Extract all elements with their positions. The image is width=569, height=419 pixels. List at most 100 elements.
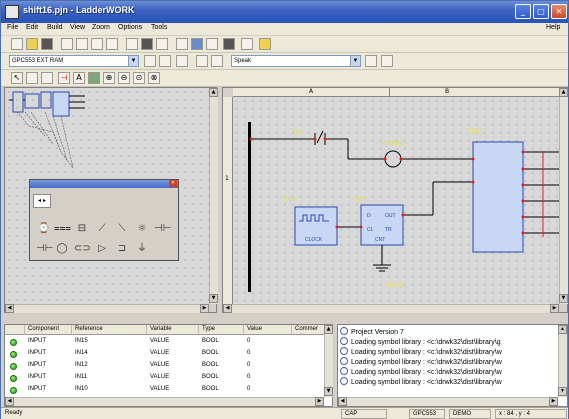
table-header-comment[interactable]: Commer xyxy=(292,325,325,335)
table-header-value[interactable]: Value xyxy=(244,325,292,335)
table-row[interactable]: INPUT IN10 VALUE BOOL 0 xyxy=(5,385,325,396)
monitor-icon[interactable] xyxy=(381,55,393,67)
output-symbol-icon[interactable]: ▷ xyxy=(94,242,110,256)
output-log[interactable]: Project Version 7 Loading symbol library… xyxy=(337,324,568,407)
speed-combo[interactable]: Speak ▼ xyxy=(231,55,361,67)
relay-symbol-icon[interactable]: ⊣⊢ xyxy=(36,242,53,256)
clock-symbol-icon[interactable]: ⌚ xyxy=(36,222,52,236)
palette-nav-arrows[interactable]: ◂ ▸ xyxy=(33,194,51,208)
wire-pin-icon[interactable]: ⊣ xyxy=(58,72,70,84)
menu-zoom[interactable]: Zoom xyxy=(92,24,110,31)
scroll-right-icon[interactable]: ▶ xyxy=(200,304,209,313)
contact-nc-icon[interactable]: ⟍ xyxy=(114,222,130,236)
table-header-type[interactable]: Type xyxy=(199,325,244,335)
stop-icon[interactable] xyxy=(211,55,223,67)
palette-title-bar[interactable] xyxy=(30,180,178,188)
ladder-diagram-pane[interactable]: A B 1 SS1 ENABLE DRC1 CLOCK CLK1 CNT1 D … xyxy=(222,87,568,313)
output-horizontal-scrollbar[interactable]: ◀ ▶ xyxy=(338,397,558,406)
output-vertical-scrollbar[interactable]: ▲ ▼ xyxy=(558,325,567,397)
minimize-button[interactable]: _ xyxy=(515,4,531,19)
table-vertical-scrollbar[interactable]: ▲ ▼ xyxy=(324,325,333,397)
ladder-vertical-scrollbar[interactable]: ▲ ▼ xyxy=(559,88,568,304)
undo-icon[interactable] xyxy=(106,38,118,50)
edit-pencil-icon[interactable] xyxy=(156,38,168,50)
menu-options[interactable]: Options xyxy=(118,24,142,31)
timer-symbol-icon[interactable]: ⩶ xyxy=(54,222,71,236)
select-box-icon[interactable] xyxy=(41,72,53,84)
fuse-symbol-icon[interactable]: ⊂⊃ xyxy=(74,242,91,256)
scroll-right-icon[interactable]: ▶ xyxy=(549,397,558,406)
scroll-left-icon[interactable]: ◀ xyxy=(338,397,347,406)
table-header-variable[interactable]: Variable xyxy=(147,325,199,335)
debug-icon[interactable] xyxy=(176,55,188,67)
table-header-status[interactable] xyxy=(5,325,25,335)
table-horizontal-scrollbar[interactable]: ◀ ▶ xyxy=(5,397,324,406)
chevron-down-icon[interactable]: ▼ xyxy=(128,56,138,66)
scroll-up-icon[interactable]: ▲ xyxy=(324,325,333,334)
menu-file[interactable]: File xyxy=(7,24,18,31)
menu-tools[interactable]: Tools xyxy=(151,24,167,31)
zoom-region-icon[interactable]: ⊗ xyxy=(148,72,160,84)
scroll-up-icon[interactable]: ▲ xyxy=(209,88,218,97)
grid-icon[interactable] xyxy=(223,38,235,50)
component-icon[interactable] xyxy=(88,72,100,84)
print-preview-icon[interactable] xyxy=(126,38,138,50)
print-icon[interactable] xyxy=(141,38,153,50)
and-gate-icon[interactable]: ⊐ xyxy=(114,242,130,256)
scroll-down-icon[interactable]: ▼ xyxy=(559,294,568,303)
compile-icon[interactable] xyxy=(144,55,156,67)
chevron-down-icon[interactable]: ▼ xyxy=(350,56,360,66)
variable-table[interactable]: Component Reference Variable Type Value … xyxy=(4,324,333,407)
menu-view[interactable]: View xyxy=(70,24,85,31)
paste-icon[interactable] xyxy=(91,38,103,50)
scroll-up-icon[interactable]: ▲ xyxy=(559,88,568,97)
wire-tool-icon[interactable] xyxy=(176,38,188,50)
text-tool-icon[interactable]: A xyxy=(73,72,85,84)
menu-help[interactable]: Help xyxy=(546,24,560,31)
table-row[interactable]: INPUT IN12 VALUE BOOL 0 xyxy=(5,361,325,372)
pointer-icon[interactable]: ↖ xyxy=(11,72,23,84)
contact-symbol-icon[interactable]: ⊣⊢ xyxy=(154,222,171,236)
lightbulb-icon[interactable] xyxy=(259,38,271,50)
copy-icon[interactable] xyxy=(76,38,88,50)
device-combo[interactable]: GPC553 EXT RAM ▼ xyxy=(9,55,139,67)
scroll-right-icon[interactable]: ▶ xyxy=(315,397,324,406)
contact-no-icon[interactable]: ⟋ xyxy=(94,222,110,236)
zoom-fit-icon[interactable]: ⊙ xyxy=(133,72,145,84)
zoom-out-icon[interactable]: ⊖ xyxy=(118,72,130,84)
save-icon[interactable] xyxy=(41,38,53,50)
rectangle-icon[interactable] xyxy=(26,72,38,84)
counter-symbol-icon[interactable]: ⊟ xyxy=(74,222,90,236)
table-header-reference[interactable]: Reference xyxy=(72,325,147,335)
ground-symbol-icon[interactable]: ⏚ xyxy=(134,242,150,256)
title-bar[interactable]: shift16.pjn - LadderWORK _ □ ✕ xyxy=(1,1,568,23)
menu-edit[interactable]: Edit xyxy=(26,24,38,31)
ladder-horizontal-scrollbar[interactable]: ◀ ▶ xyxy=(223,304,559,313)
run-icon[interactable] xyxy=(196,55,208,67)
cut-icon[interactable] xyxy=(61,38,73,50)
table-row[interactable]: INPUT IN11 VALUE BOOL 0 xyxy=(5,373,325,384)
download-icon[interactable] xyxy=(159,55,171,67)
overview-horizontal-scrollbar[interactable]: ◀ ▶ xyxy=(5,304,209,313)
component-palette[interactable]: ✕ ◂ ▸ ⌚ ⩶ ⊟ ⟋ ⟍ ☼ ⊣⊢ ⊣⊢ ◯ ⊂⊃ ▷ ⊐ ⏚ xyxy=(29,179,179,261)
scroll-up-icon[interactable]: ▲ xyxy=(558,325,567,334)
table-header-component[interactable]: Component xyxy=(25,325,72,335)
open-folder-icon[interactable] xyxy=(26,38,38,50)
coil-symbol-icon[interactable]: ◯ xyxy=(54,242,70,256)
scroll-left-icon[interactable]: ◀ xyxy=(223,304,232,313)
frame-icon[interactable] xyxy=(241,38,253,50)
simulate-icon[interactable] xyxy=(365,55,377,67)
maximize-button[interactable]: □ xyxy=(533,4,549,19)
ladder-canvas[interactable]: SS1 ENABLE DRC1 CLOCK CLK1 CNT1 D CL OUT… xyxy=(233,97,559,304)
menu-build[interactable]: Build xyxy=(47,24,63,31)
zoom-in-icon[interactable]: ⊕ xyxy=(103,72,115,84)
scroll-down-icon[interactable]: ▼ xyxy=(558,387,567,396)
scroll-down-icon[interactable]: ▼ xyxy=(324,387,333,396)
close-button[interactable]: ✕ xyxy=(551,4,567,19)
select-list-icon[interactable] xyxy=(206,38,218,50)
palette-close-button[interactable]: ✕ xyxy=(169,180,177,187)
scroll-down-icon[interactable]: ▼ xyxy=(209,294,218,303)
overview-vertical-scrollbar[interactable]: ▲ ▼ xyxy=(209,88,218,304)
lamp-symbol-icon[interactable]: ☼ xyxy=(134,222,150,236)
table-row[interactable]: INPUT IN15 VALUE BOOL 0 xyxy=(5,337,325,348)
